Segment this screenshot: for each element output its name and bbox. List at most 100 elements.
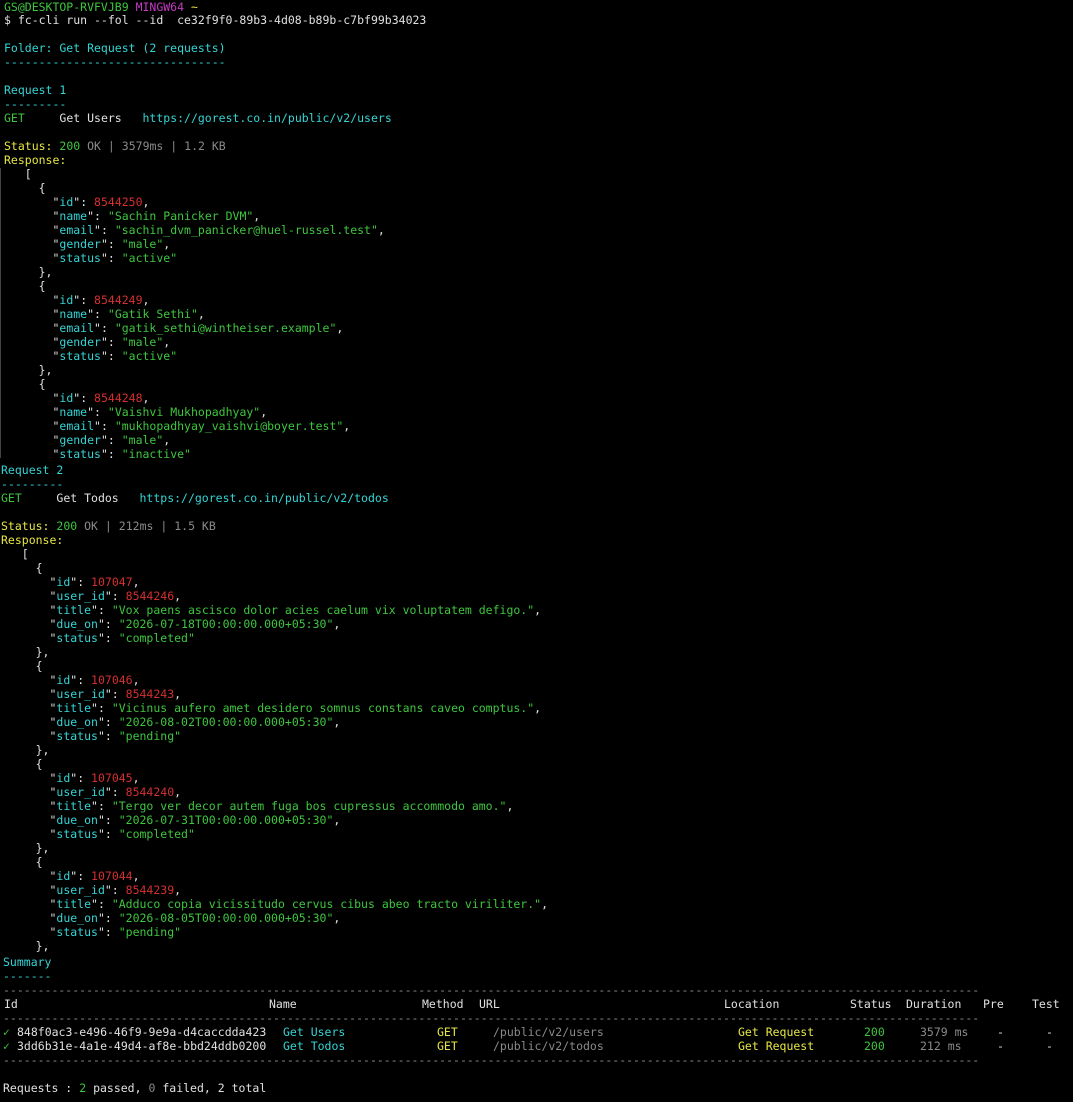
json-object-close: }, <box>1 743 50 757</box>
status-text: OK <box>84 519 98 533</box>
todo-field-title: "title": "Tergo ver decor autem fuga bos… <box>49 799 514 813</box>
json-object-open: { <box>4 279 46 293</box>
todo-field-title: "title": "Adduco copia vicissitudo cervu… <box>49 897 549 911</box>
summary-rule: ------- <box>3 969 52 983</box>
todo-field-user_id: "user_id": 8544239, <box>49 883 182 897</box>
todo-field-user_id: "user_id": 8544246, <box>49 589 182 603</box>
user-field-name: "name": "Gatik Sethi", <box>52 307 205 321</box>
json-object-open: { <box>1 659 43 673</box>
request-1-title: Request 1 <box>4 83 67 97</box>
col-status-header: Status <box>850 997 892 1011</box>
todo-field-due_on: "due_on": "2026-08-02T00:00:00.000+05:30… <box>49 715 341 729</box>
json-object-open: { <box>1 561 43 575</box>
json-object-open: { <box>4 377 46 391</box>
status-sep: | <box>107 139 115 153</box>
row-duration: 212 ms <box>920 1039 962 1053</box>
request-2-status: Status: 200 OK | 212ms | 1.5 KB <box>1 519 216 533</box>
row-url: /public/v2/todos <box>493 1039 604 1053</box>
json-open-bracket: [ <box>4 167 32 181</box>
col-test-header: Test <box>1032 997 1060 1011</box>
user-field-email: "email": "mukhopadhyay_vaishvi@boyer.tes… <box>52 419 351 433</box>
row-location: Get Request <box>738 1025 815 1039</box>
user-field-gender: "gender": "male", <box>52 237 171 251</box>
status-time: 3579ms <box>121 139 164 153</box>
col-location-header: Location <box>724 997 780 1011</box>
request-2-response-label: Response: <box>1 533 64 547</box>
request-1-method: GET <box>4 111 25 125</box>
json-object-close: }, <box>1 841 50 855</box>
row-location: Get Request <box>738 1039 815 1053</box>
summary-bottom-rule: ----------------------------------------… <box>3 1053 980 1067</box>
row-id: 3dd6b31e-4a1e-49d4-af8e-bbd24ddb0200 <box>17 1039 267 1053</box>
request-2-line: GET Get Todos https://gorest.co.in/publi… <box>1 491 389 505</box>
row-status: 200 <box>864 1039 885 1053</box>
status-time: 212ms <box>118 519 154 533</box>
user-field-id: "id": 8544249, <box>52 293 150 307</box>
totals-total-label: total <box>231 1081 267 1095</box>
col-pre-header: Pre <box>983 997 1004 1011</box>
todo-field-title: "title": "Vox paens ascisco dolor acies … <box>49 603 542 617</box>
totals-failed: 0 <box>148 1081 156 1095</box>
row-pre: - <box>997 1039 1004 1053</box>
status-sep: | <box>170 139 178 153</box>
user-field-gender: "gender": "male", <box>52 433 171 447</box>
status-size: 1.5 KB <box>174 519 216 533</box>
status-label: Status: <box>4 139 53 153</box>
json-object-close: }, <box>1 645 50 659</box>
user-field-id: "id": 8544248, <box>52 391 150 405</box>
user-field-gender: "gender": "male", <box>52 335 171 349</box>
row-method: GET <box>437 1025 458 1039</box>
status-sep: | <box>104 519 112 533</box>
todo-field-status: "status": "completed" <box>49 827 195 841</box>
user-field-id: "id": 8544250, <box>52 195 150 209</box>
folder-line: Folder: Get Request (2 requests) <box>4 41 226 55</box>
todo-field-status: "status": "pending" <box>49 925 182 939</box>
totals-passed-label: passed, <box>93 1081 142 1095</box>
status-sep: | <box>160 519 168 533</box>
request-2-name: Get Todos <box>56 491 119 505</box>
user-field-name: "name": "Vaishvi Mukhopadhyay", <box>52 405 268 419</box>
todo-field-due_on: "due_on": "2026-08-05T00:00:00.000+05:30… <box>49 911 341 925</box>
json-object-close: }, <box>1 939 50 953</box>
todo-field-user_id: "user_id": 8544243, <box>49 687 182 701</box>
row-status: 200 <box>864 1025 885 1039</box>
user-field-name: "name": "Sachin Panicker DVM", <box>52 209 261 223</box>
totals-label: Requests : <box>3 1081 73 1095</box>
row-url: /public/v2/users <box>493 1025 604 1039</box>
status-code: 200 <box>56 519 78 533</box>
summary-header-rule: ----------------------------------------… <box>3 1011 980 1025</box>
scroll-divider <box>0 168 4 458</box>
request-1-url: https://gorest.co.in/public/v2/users <box>142 111 392 125</box>
shell-prompt: GS@DESKTOP-RVFVJB9 MINGW64 ~ <box>4 0 198 14</box>
todo-field-user_id: "user_id": 8544240, <box>49 785 182 799</box>
row-check-icon: ✓ <box>3 1039 10 1053</box>
user-field-email: "email": "gatik_sethi@wintheiser.example… <box>52 321 344 335</box>
col-id-header: Id <box>4 997 18 1011</box>
row-check-icon: ✓ <box>3 1025 10 1039</box>
todo-field-title: "title": "Vicinus aufero amet desidero s… <box>49 701 542 715</box>
col-method-header: Method <box>422 997 464 1011</box>
json-object-open: { <box>1 855 43 869</box>
request-1-rule: --------- <box>4 97 67 111</box>
request-1-name: Get Users <box>59 111 122 125</box>
col-url-header: URL <box>479 997 500 1011</box>
request-1-response-label: Response: <box>4 153 67 167</box>
todo-field-id: "id": 107044, <box>49 869 140 883</box>
todo-field-status: "status": "pending" <box>49 729 182 743</box>
row-name: Get Todos <box>283 1039 346 1053</box>
todo-field-status: "status": "completed" <box>49 631 195 645</box>
status-label: Status: <box>1 519 50 533</box>
row-duration: 3579 ms <box>920 1025 969 1039</box>
row-pre: - <box>997 1025 1004 1039</box>
col-duration-header: Duration <box>906 997 962 1011</box>
todo-field-id: "id": 107047, <box>49 575 140 589</box>
folder-rule: -------------------------------- <box>4 55 226 69</box>
request-1-line: GET Get Users https://gorest.co.in/publi… <box>4 111 392 125</box>
prompt-shell: MINGW64 <box>135 0 185 14</box>
row-test: - <box>1046 1025 1053 1039</box>
summary-totals: Requests : 2 passed, 0 failed, 2 total <box>3 1081 266 1095</box>
summary-top-rule: ----------------------------------------… <box>3 983 980 997</box>
col-name-header: Name <box>269 997 297 1011</box>
row-name: Get Users <box>283 1025 346 1039</box>
status-code: 200 <box>59 139 81 153</box>
